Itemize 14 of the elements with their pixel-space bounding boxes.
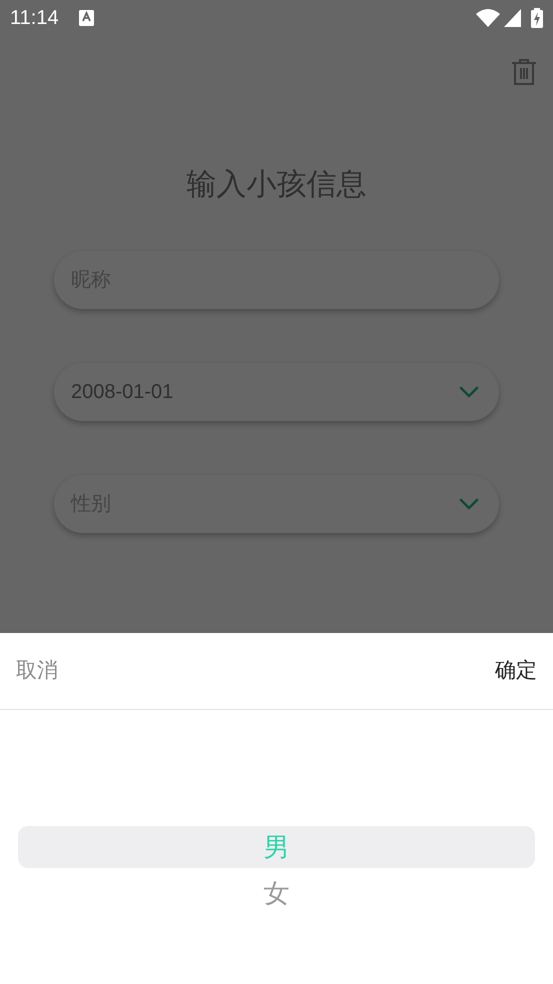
picker-option[interactable]: 男	[18, 826, 535, 868]
cancel-button[interactable]: 取消	[16, 655, 58, 687]
wifi-icon	[476, 8, 500, 28]
battery-icon	[531, 8, 543, 28]
dropdown-field[interactable]: 2008-01-01	[54, 363, 499, 421]
signal-icon	[504, 9, 521, 27]
page-title: 输入小孩信息	[186, 167, 366, 203]
trash-icon[interactable]	[511, 58, 537, 86]
keyboard-a-icon	[78, 10, 94, 26]
picker-option[interactable]: 女	[18, 872, 535, 914]
chevron-down-icon	[459, 498, 479, 510]
status-time: 11:14	[10, 6, 59, 31]
confirm-button[interactable]: 确定	[495, 655, 537, 687]
chevron-down-icon	[459, 386, 479, 398]
